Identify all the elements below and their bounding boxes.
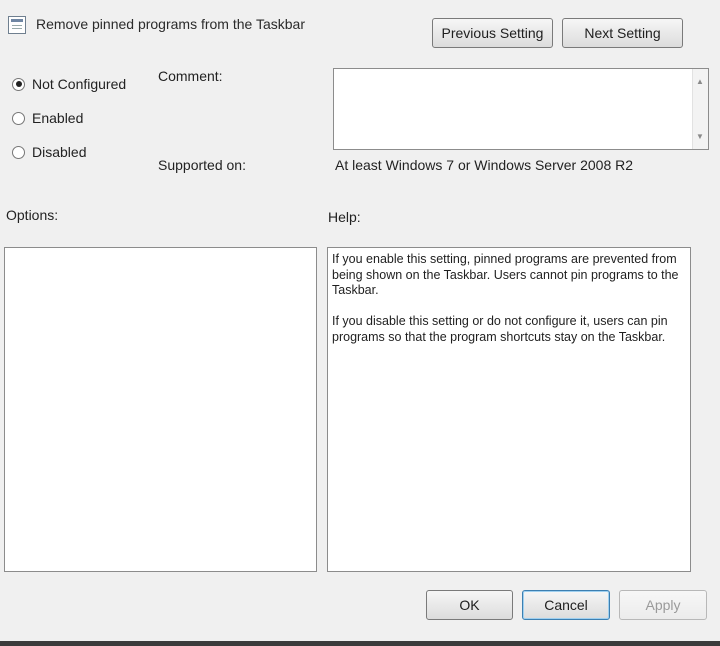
scroll-down-icon[interactable]: ▼ [696, 132, 704, 141]
radio-not-configured[interactable]: Not Configured [12, 76, 126, 92]
cancel-button[interactable]: Cancel [522, 590, 610, 620]
options-pane [4, 247, 317, 572]
comment-scrollbar[interactable]: ▲ ▼ [692, 69, 708, 149]
supported-on-value: At least Windows 7 or Windows Server 200… [335, 157, 634, 173]
previous-setting-button[interactable]: Previous Setting [432, 18, 553, 48]
radio-label-not-configured: Not Configured [32, 76, 127, 92]
window-bottom-edge [0, 641, 720, 646]
ok-button[interactable]: OK [426, 590, 513, 620]
radio-label-enabled: Enabled [32, 110, 84, 126]
dialog-title: Remove pinned programs from the Taskbar [36, 16, 305, 32]
radio-enabled[interactable]: Enabled [12, 110, 83, 126]
apply-button[interactable]: Apply [619, 590, 707, 620]
policy-setting-icon [8, 16, 26, 34]
radio-disabled[interactable]: Disabled [12, 144, 86, 160]
options-label: Options: [6, 207, 59, 223]
radio-button-selected[interactable] [12, 77, 25, 91]
scroll-up-icon[interactable]: ▲ [696, 77, 704, 86]
help-text: If you enable this setting, pinned progr… [332, 252, 679, 344]
radio-button[interactable] [12, 145, 25, 159]
supported-on-label: Supported on: [158, 157, 246, 173]
comment-label: Comment: [158, 68, 223, 84]
help-pane: If you enable this setting, pinned progr… [327, 247, 691, 572]
radio-label-disabled: Disabled [32, 144, 87, 160]
next-setting-button[interactable]: Next Setting [562, 18, 683, 48]
radio-button[interactable] [12, 111, 25, 125]
help-label: Help: [328, 209, 361, 225]
comment-textarea[interactable]: ▲ ▼ [333, 68, 709, 150]
